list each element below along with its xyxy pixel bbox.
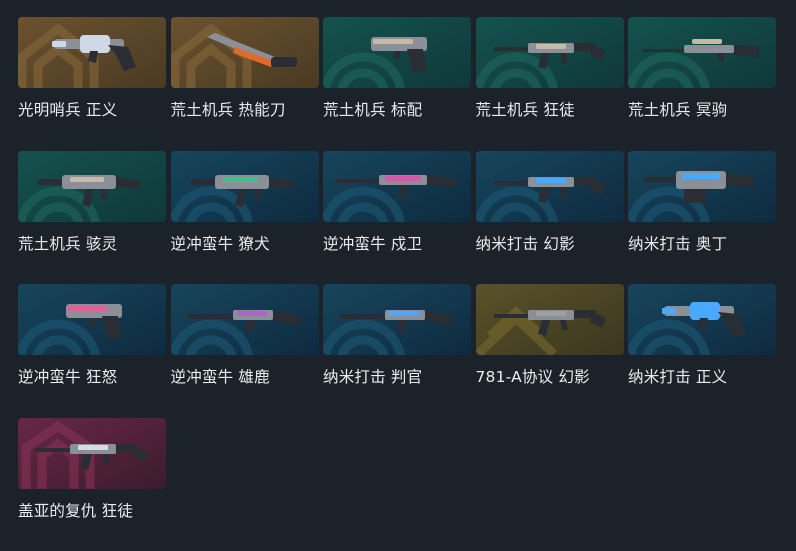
skin-card[interactable]: 逆冲蛮牛 獠犬	[171, 151, 319, 285]
skin-thumbnail[interactable]	[171, 17, 319, 88]
skin-name: 纳米打击 幻影	[476, 234, 636, 254]
skin-thumbnail[interactable]	[628, 151, 776, 222]
smg-icon	[177, 155, 313, 215]
skin-card[interactable]: 盖亚的复仇 狂徒	[18, 418, 166, 551]
skin-card[interactable]: 荒土机兵 狂徒	[476, 17, 624, 151]
skin-name: 781-A协议 幻影	[476, 367, 636, 387]
skin-card[interactable]: 纳米打击 正义	[628, 284, 776, 418]
skin-name: 纳米打击 奥丁	[628, 234, 788, 254]
pistol-icon	[24, 288, 160, 348]
skin-name: 光明哨兵 正义	[18, 100, 178, 120]
skin-collection-grid: 光明哨兵 正义 荒土机兵 热能刀 荒土机兵 标配 荒土机兵 狂徒 荒土机兵 冥驹…	[18, 17, 776, 551]
skin-card[interactable]: 光明哨兵 正义	[18, 17, 166, 151]
assault-rifle-icon	[482, 155, 618, 215]
skin-thumbnail[interactable]	[628, 17, 776, 88]
skin-thumbnail[interactable]	[18, 418, 166, 489]
skin-name: 逆冲蛮牛 雄鹿	[171, 367, 331, 387]
skin-name: 逆冲蛮牛 狂怒	[18, 367, 178, 387]
skin-thumbnail[interactable]	[18, 151, 166, 222]
skin-card[interactable]: 逆冲蛮牛 戍卫	[323, 151, 471, 285]
skin-name: 逆冲蛮牛 獠犬	[171, 234, 331, 254]
machine-gun-icon	[634, 155, 770, 215]
skin-thumbnail[interactable]	[171, 284, 319, 355]
skin-thumbnail[interactable]	[476, 284, 624, 355]
shotgun-icon	[329, 288, 465, 348]
skin-thumbnail[interactable]	[476, 151, 624, 222]
skin-card[interactable]: 781-A协议 幻影	[476, 284, 624, 418]
assault-rifle-icon	[482, 21, 618, 81]
revolver-icon	[634, 288, 770, 348]
sniper-rifle-icon	[634, 21, 770, 81]
skin-card[interactable]: 荒土机兵 骇灵	[18, 151, 166, 285]
skin-card[interactable]: 荒土机兵 冥驹	[628, 17, 776, 151]
skin-name: 纳米打击 判官	[323, 367, 483, 387]
skin-card[interactable]: 纳米打击 奥丁	[628, 151, 776, 285]
assault-rifle-icon	[482, 288, 618, 348]
revolver-icon	[24, 21, 160, 81]
skin-name: 荒土机兵 骇灵	[18, 234, 178, 254]
skin-thumbnail[interactable]	[476, 17, 624, 88]
skin-name: 荒土机兵 标配	[323, 100, 483, 120]
skin-name: 盖亚的复仇 狂徒	[18, 501, 178, 521]
skin-thumbnail[interactable]	[628, 284, 776, 355]
skin-thumbnail[interactable]	[18, 17, 166, 88]
skin-thumbnail[interactable]	[323, 284, 471, 355]
skin-card[interactable]: 逆冲蛮牛 狂怒	[18, 284, 166, 418]
rifle-icon	[329, 155, 465, 215]
skin-card[interactable]: 纳米打击 幻影	[476, 151, 624, 285]
skin-name: 逆冲蛮牛 戍卫	[323, 234, 483, 254]
pistol-icon	[329, 21, 465, 81]
skin-thumbnail[interactable]	[323, 17, 471, 88]
skin-name: 荒土机兵 热能刀	[171, 100, 331, 120]
skin-card[interactable]: 纳米打击 判官	[323, 284, 471, 418]
assault-rifle-icon	[24, 422, 160, 482]
smg-icon	[24, 155, 160, 215]
skin-card[interactable]: 荒土机兵 标配	[323, 17, 471, 151]
shotgun-icon	[177, 288, 313, 348]
skin-name: 纳米打击 正义	[628, 367, 788, 387]
skin-thumbnail[interactable]	[171, 151, 319, 222]
skin-name: 荒土机兵 狂徒	[476, 100, 636, 120]
skin-card[interactable]: 荒土机兵 热能刀	[171, 17, 319, 151]
skin-card[interactable]: 逆冲蛮牛 雄鹿	[171, 284, 319, 418]
knife-icon	[177, 21, 313, 81]
skin-thumbnail[interactable]	[18, 284, 166, 355]
skin-name: 荒土机兵 冥驹	[628, 100, 788, 120]
skin-thumbnail[interactable]	[323, 151, 471, 222]
